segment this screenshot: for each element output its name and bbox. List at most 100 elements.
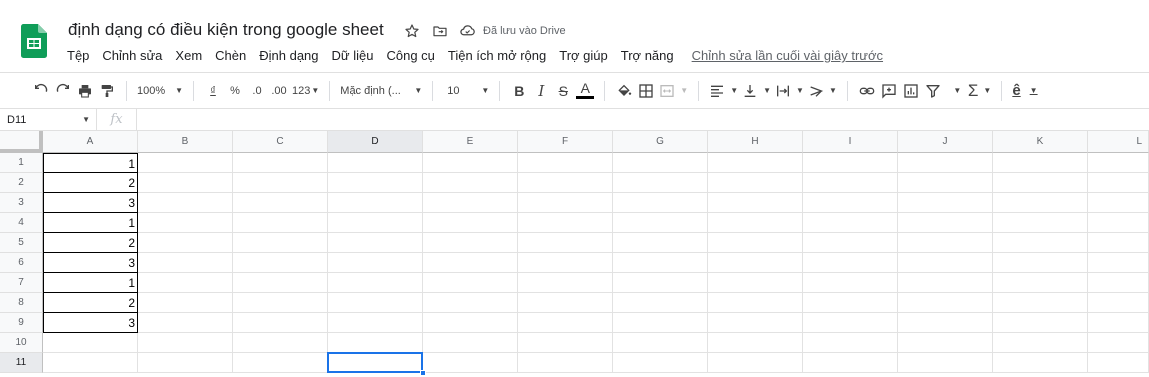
font-family-select[interactable]: Mặc định (... ▼ (338, 79, 424, 103)
cell-l2[interactable] (1088, 173, 1149, 193)
cell-a8[interactable]: 2 (43, 293, 138, 313)
row-header-4[interactable]: 4 (0, 213, 43, 233)
column-header-e[interactable]: E (423, 131, 518, 153)
cell-c10[interactable] (233, 333, 328, 353)
cell-e2[interactable] (423, 173, 518, 193)
cell-k10[interactable] (993, 333, 1088, 353)
row-header-1[interactable]: 1 (0, 153, 43, 173)
cell-l8[interactable] (1088, 293, 1149, 313)
cell-l6[interactable] (1088, 253, 1149, 273)
last-edit-link[interactable]: Chỉnh sửa lần cuối vài giây trước (692, 48, 883, 63)
input-tools-button[interactable]: ê ▼ (1010, 79, 1039, 103)
select-all-corner[interactable] (0, 131, 43, 153)
cell-c6[interactable] (233, 253, 328, 273)
cell-c11[interactable] (233, 353, 328, 373)
cell-h4[interactable] (708, 213, 803, 233)
column-header-c[interactable]: C (233, 131, 328, 153)
cell-a1[interactable]: 1 (43, 153, 138, 173)
cell-h10[interactable] (708, 333, 803, 353)
cell-e11[interactable] (423, 353, 518, 373)
cell-a4[interactable]: 1 (43, 213, 138, 233)
name-box[interactable]: D11 ▼ (0, 108, 97, 131)
cell-c2[interactable] (233, 173, 328, 193)
cell-i8[interactable] (803, 293, 898, 313)
column-header-g[interactable]: G (613, 131, 708, 153)
cell-h7[interactable] (708, 273, 803, 293)
formula-input[interactable] (137, 109, 1149, 131)
cloud-saved-icon[interactable] (459, 22, 476, 39)
cell-g2[interactable] (613, 173, 708, 193)
column-header-a[interactable]: A (43, 131, 138, 153)
cell-a3[interactable]: 3 (43, 193, 138, 213)
cell-i3[interactable] (803, 193, 898, 213)
cell-f7[interactable] (518, 273, 613, 293)
cell-i11[interactable] (803, 353, 898, 373)
column-header-h[interactable]: H (708, 131, 803, 153)
cell-i5[interactable] (803, 233, 898, 253)
cell-d10[interactable] (328, 333, 423, 353)
text-rotation-icon[interactable]: ▼ (806, 79, 839, 103)
filter-views-dropdown[interactable]: ▼ (944, 79, 966, 103)
cell-k8[interactable] (993, 293, 1088, 313)
font-size-select[interactable]: 10 ▼ (441, 79, 491, 103)
cell-j1[interactable] (898, 153, 993, 173)
cell-k1[interactable] (993, 153, 1088, 173)
row-header-3[interactable]: 3 (0, 193, 43, 213)
cell-l10[interactable] (1088, 333, 1149, 353)
cell-c9[interactable] (233, 313, 328, 333)
strikethrough-button[interactable]: S (552, 79, 574, 103)
cell-f5[interactable] (518, 233, 613, 253)
menu-view[interactable]: Xem (175, 48, 202, 63)
cell-g8[interactable] (613, 293, 708, 313)
insert-comment-icon[interactable] (878, 79, 900, 103)
cell-i10[interactable] (803, 333, 898, 353)
cell-g3[interactable] (613, 193, 708, 213)
cell-i4[interactable] (803, 213, 898, 233)
cell-h11[interactable] (708, 353, 803, 373)
cell-a9[interactable]: 3 (43, 313, 138, 333)
cell-g5[interactable] (613, 233, 708, 253)
cell-e10[interactable] (423, 333, 518, 353)
italic-button[interactable]: I (530, 79, 552, 103)
column-header-d[interactable]: D (328, 131, 423, 153)
text-color-button[interactable]: A (574, 79, 596, 103)
cell-h5[interactable] (708, 233, 803, 253)
row-header-2[interactable]: 2 (0, 173, 43, 193)
cell-b10[interactable] (138, 333, 233, 353)
currency-format-button[interactable]: ₫ (202, 79, 224, 103)
bold-button[interactable]: B (508, 79, 530, 103)
cell-j10[interactable] (898, 333, 993, 353)
cell-a5[interactable]: 2 (43, 233, 138, 253)
cell-k6[interactable] (993, 253, 1088, 273)
decrease-decimal-button[interactable]: .0 (246, 79, 268, 103)
menu-edit[interactable]: Chỉnh sửa (102, 48, 162, 63)
cell-k4[interactable] (993, 213, 1088, 233)
cell-k2[interactable] (993, 173, 1088, 193)
cell-b2[interactable] (138, 173, 233, 193)
insert-link-icon[interactable] (856, 79, 878, 103)
cell-c7[interactable] (233, 273, 328, 293)
cell-f9[interactable] (518, 313, 613, 333)
cell-b8[interactable] (138, 293, 233, 313)
cell-e7[interactable] (423, 273, 518, 293)
cell-h8[interactable] (708, 293, 803, 313)
menu-format[interactable]: Định dạng (259, 48, 318, 63)
cell-l5[interactable] (1088, 233, 1149, 253)
cell-j8[interactable] (898, 293, 993, 313)
paint-format-button[interactable] (96, 79, 118, 103)
cell-b5[interactable] (138, 233, 233, 253)
cell-l1[interactable] (1088, 153, 1149, 173)
cell-d9[interactable] (328, 313, 423, 333)
cell-j7[interactable] (898, 273, 993, 293)
cell-f6[interactable] (518, 253, 613, 273)
insert-chart-icon[interactable] (900, 79, 922, 103)
row-header-9[interactable]: 9 (0, 313, 43, 333)
cell-j11[interactable] (898, 353, 993, 373)
cell-b9[interactable] (138, 313, 233, 333)
menu-accessibility[interactable]: Trợ năng (621, 48, 674, 63)
cell-b11[interactable] (138, 353, 233, 373)
cell-a7[interactable]: 1 (43, 273, 138, 293)
cell-e5[interactable] (423, 233, 518, 253)
menu-data[interactable]: Dữ liệu (332, 48, 374, 63)
cell-c4[interactable] (233, 213, 328, 233)
